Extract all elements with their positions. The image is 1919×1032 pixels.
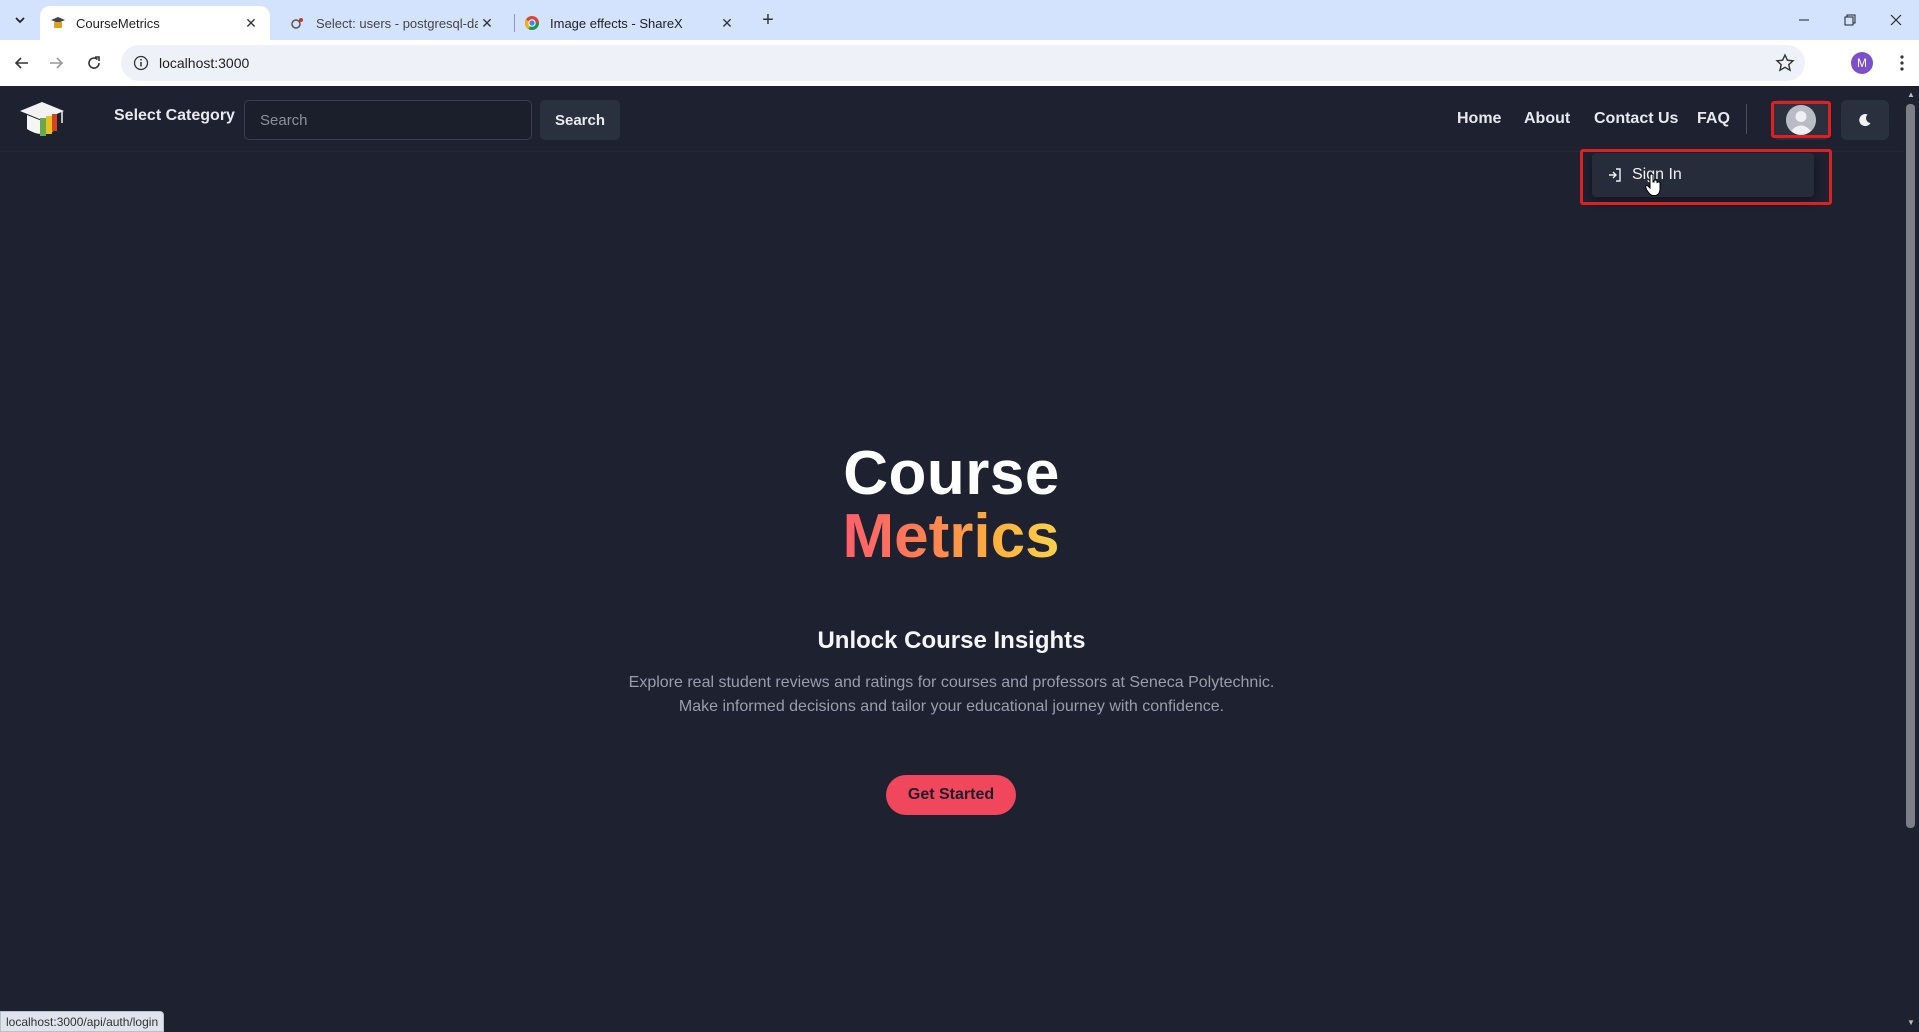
restore-window-icon[interactable] bbox=[1827, 0, 1873, 40]
site-info-icon[interactable] bbox=[133, 55, 149, 71]
search-button[interactable]: Search bbox=[540, 100, 620, 140]
close-tab-icon[interactable]: ✕ bbox=[718, 14, 736, 32]
scroll-down-arrow-icon[interactable]: ▼ bbox=[1906, 1018, 1916, 1028]
scrollbar-thumb[interactable] bbox=[1906, 104, 1915, 828]
top-navbar: Select Category Search Home About Contac… bbox=[0, 86, 1903, 205]
nav-link-contact-us[interactable]: Contact Us bbox=[1594, 110, 1678, 128]
coursemetrics-favicon-icon bbox=[50, 15, 66, 31]
hero-subtitle: Unlock Course Insights bbox=[817, 627, 1086, 654]
tab-title: Select: users - postgresql-datab bbox=[316, 15, 478, 31]
hand-pointer-cursor-icon bbox=[1644, 173, 1661, 196]
close-window-icon[interactable] bbox=[1873, 0, 1919, 40]
get-started-button[interactable]: Get Started bbox=[886, 775, 1016, 815]
nav-divider bbox=[1746, 104, 1747, 134]
tab-title: Image effects - ShareX bbox=[550, 15, 683, 31]
search-input[interactable] bbox=[244, 100, 532, 140]
hero-description-line: Make informed decisions and tailor your … bbox=[678, 698, 1225, 715]
nav-link-faq[interactable]: FAQ bbox=[1697, 110, 1730, 128]
profile-avatar[interactable]: M bbox=[1851, 52, 1873, 74]
nav-link-home[interactable]: Home bbox=[1457, 110, 1501, 128]
back-arrow-icon[interactable] bbox=[6, 47, 38, 79]
graduation-cap-logo-icon[interactable] bbox=[18, 99, 66, 141]
address-bar-row: localhost:3000 M bbox=[0, 40, 1919, 86]
nav-link-about[interactable]: About bbox=[1524, 110, 1570, 128]
browser-menu-icon[interactable] bbox=[1890, 51, 1914, 75]
hero-title-metrics: Metrics bbox=[836, 506, 1066, 568]
omnibox[interactable]: localhost:3000 bbox=[121, 45, 1805, 81]
tab-coursemetrics[interactable]: CourseMetrics ✕ bbox=[40, 6, 270, 40]
avatar-highlight-box bbox=[1771, 101, 1831, 138]
browser-tab-bar: CourseMetrics ✕ Select: users - postgres… bbox=[0, 0, 1919, 40]
minimize-window-icon[interactable] bbox=[1781, 0, 1827, 40]
close-tab-icon[interactable]: ✕ bbox=[242, 14, 260, 32]
hero-section: Course Metrics Unlock Course Insights Ex… bbox=[0, 86, 1903, 1032]
link-status-bar: localhost:3000/api/auth/login bbox=[0, 1011, 165, 1032]
hero-description: Explore real student reviews and ratings… bbox=[0, 671, 1903, 719]
reload-icon[interactable] bbox=[78, 47, 110, 79]
moon-icon bbox=[1859, 114, 1871, 127]
sign-in-highlight-box bbox=[1580, 149, 1832, 205]
tab-search-chevron-icon[interactable] bbox=[8, 8, 32, 32]
scroll-up-arrow-icon[interactable]: ▲ bbox=[1906, 90, 1916, 100]
hero-description-line: Explore real student reviews and ratings… bbox=[628, 674, 1275, 691]
forward-arrow-icon[interactable] bbox=[40, 47, 72, 79]
app-viewport: Course Metrics Unlock Course Insights Ex… bbox=[0, 86, 1903, 1032]
tab-postgres[interactable]: Select: users - postgresql-datab ✕ bbox=[280, 6, 506, 40]
chrome-favicon-icon bbox=[524, 15, 540, 31]
new-tab-plus-icon[interactable]: + bbox=[756, 8, 780, 32]
theme-toggle-button[interactable] bbox=[1841, 100, 1889, 140]
close-tab-icon[interactable]: ✕ bbox=[478, 14, 496, 32]
tab-sharex[interactable]: Image effects - ShareX ✕ bbox=[514, 6, 746, 40]
adminer-favicon-icon bbox=[290, 15, 306, 31]
url-text: localhost:3000 bbox=[159, 55, 250, 71]
tab-title: CourseMetrics bbox=[76, 15, 160, 31]
hero-title-course: Course bbox=[843, 439, 1060, 508]
select-category-dropdown[interactable]: Select Category bbox=[114, 107, 235, 125]
bookmark-star-icon[interactable] bbox=[1775, 53, 1795, 73]
